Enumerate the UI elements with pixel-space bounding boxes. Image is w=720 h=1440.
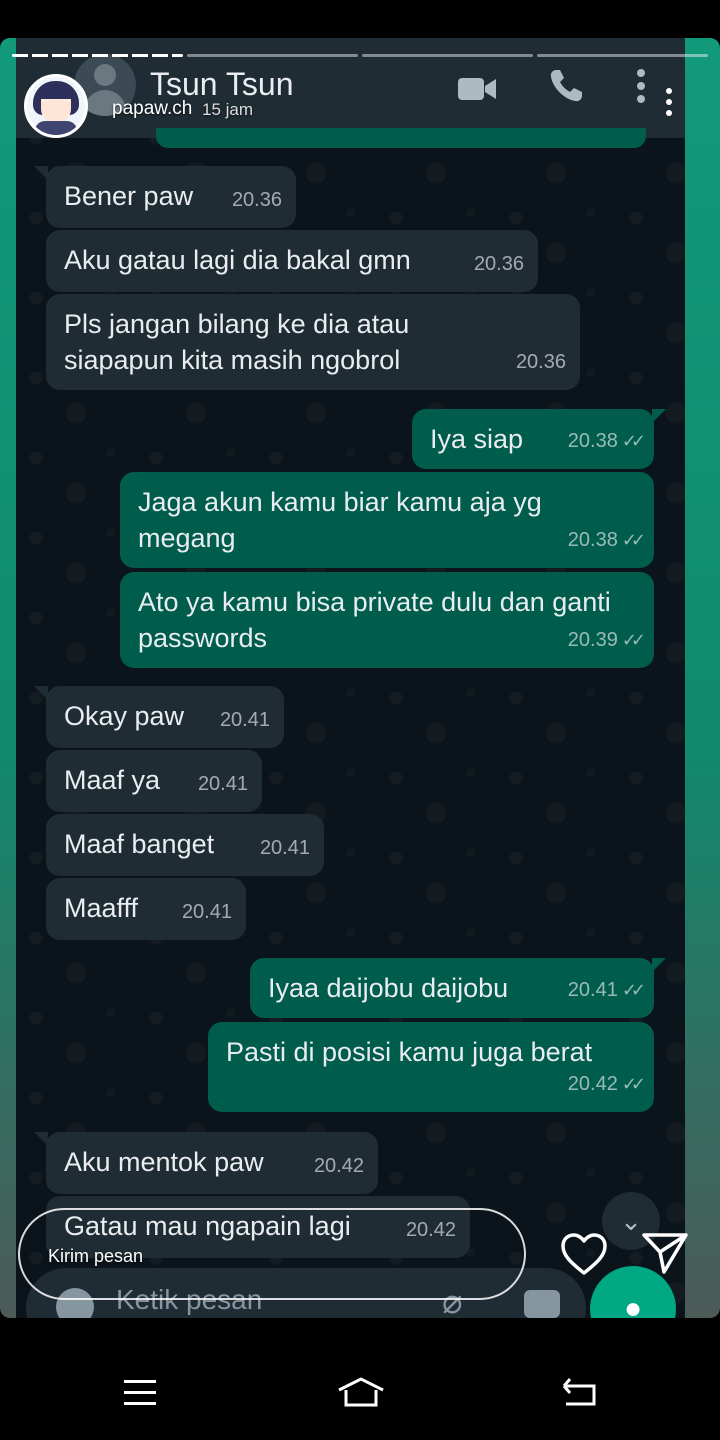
video-call-icon	[458, 78, 496, 100]
story-username[interactable]: papaw.ch	[112, 98, 192, 120]
progress-segment	[12, 54, 183, 57]
message-incoming: Aku mentok paw 20.42	[34, 1132, 378, 1194]
message-time: 20.36	[473, 253, 524, 275]
read-receipt-icon: ✓✓	[621, 630, 646, 650]
message-text: Bener paw	[64, 181, 194, 211]
message-incoming: Maafff 20.41	[46, 878, 246, 940]
message-outgoing: Jaga akun kamu biar kamu aja yg megang 2…	[120, 472, 654, 568]
read-receipt-icon: ✓✓	[621, 530, 646, 550]
message-time: 20.41 ✓✓	[567, 979, 646, 1001]
message-time: 20.39 ✓✓	[567, 629, 646, 651]
story-user-avatar[interactable]	[24, 74, 88, 138]
more-vertical-icon	[637, 69, 645, 103]
message-text: Maaf ya	[64, 765, 161, 795]
message-outgoing: Iyaa daijobu daijobu 20.41 ✓✓	[250, 958, 666, 1018]
story-time-ago: 15 jam	[202, 100, 254, 119]
read-receipt-icon: ✓✓	[621, 1074, 646, 1094]
message-incoming: Maaf ya 20.41	[46, 750, 262, 812]
message-text: Pasti di posisi kamu juga berat	[226, 1037, 593, 1067]
chat-screenshot: Tsun Tsun Bener paw 20.36 Aku gatau lagi…	[16, 38, 685, 1318]
read-receipt-icon: ✓✓	[621, 980, 646, 1000]
phone-icon	[550, 70, 582, 102]
home-icon[interactable]	[336, 1376, 386, 1408]
message-time: 20.41	[197, 773, 248, 795]
message-time: 20.41	[181, 901, 232, 923]
message-time: 20.42	[313, 1155, 364, 1177]
message-time: 20.42 ✓✓	[567, 1073, 646, 1095]
message-time: 20.38 ✓✓	[567, 529, 646, 551]
message-text: Okay paw	[64, 701, 185, 731]
message-text: Aku mentok paw	[64, 1147, 264, 1177]
message-text: Aku gatau lagi dia bakal gmn	[64, 245, 411, 275]
message-incoming: Maaf banget 20.41	[46, 814, 324, 876]
chat-header: Tsun Tsun	[16, 38, 685, 138]
message-text: Maaf banget	[64, 829, 215, 859]
progress-segment	[362, 54, 533, 57]
system-nav-bar	[0, 1340, 720, 1440]
story-card[interactable]: Tsun Tsun Bener paw 20.36 Aku gatau lagi…	[0, 38, 720, 1318]
message-text: Iya siap	[430, 424, 524, 454]
message-text: Maafff	[64, 893, 139, 923]
message-text: Jaga akun kamu biar kamu aja yg megang	[138, 487, 542, 553]
message-incoming: Aku gatau lagi dia bakal gmn 20.36	[46, 230, 538, 292]
story-progress-bar	[12, 54, 708, 57]
reply-placeholder: Kirim pesan	[48, 1246, 144, 1266]
message-incoming: Pls jangan bilang ke dia atau siapapun k…	[46, 294, 580, 390]
read-receipt-icon: ✓✓	[621, 431, 646, 451]
back-icon[interactable]	[560, 1376, 598, 1408]
story-more-icon[interactable]	[666, 88, 676, 128]
recent-apps-icon[interactable]	[122, 1376, 158, 1408]
message-outgoing: Pasti di posisi kamu juga berat 20.42 ✓✓	[208, 1022, 654, 1112]
message-time: 20.41	[259, 837, 310, 859]
story-reply-input[interactable]: Kirim pesan	[18, 1208, 526, 1300]
message-text: Ato ya kamu bisa private dulu dan ganti …	[138, 587, 611, 653]
message-outgoing: Ato ya kamu bisa private dulu dan ganti …	[120, 572, 654, 668]
message-time: 20.36	[231, 189, 282, 211]
message-text: Pls jangan bilang ke dia atau siapapun k…	[64, 309, 410, 375]
message-text: Iyaa daijobu daijobu	[268, 973, 509, 1003]
send-icon[interactable]	[642, 1232, 688, 1274]
camera-icon	[524, 1290, 560, 1318]
previous-message-edge	[156, 128, 646, 148]
message-time: 20.41	[219, 709, 270, 731]
message-time: 20.38 ✓✓	[567, 430, 646, 452]
screen: { "story": { "username": "papaw.ch", "ti…	[0, 0, 720, 1440]
message-incoming: Okay paw 20.41	[34, 686, 284, 748]
message-incoming: Bener paw 20.36	[34, 166, 296, 228]
progress-segment	[537, 54, 708, 57]
message-time: 20.36	[515, 351, 566, 373]
heart-icon[interactable]	[560, 1232, 608, 1276]
message-outgoing: Iya siap 20.38 ✓✓	[412, 409, 666, 469]
progress-segment	[187, 54, 358, 57]
